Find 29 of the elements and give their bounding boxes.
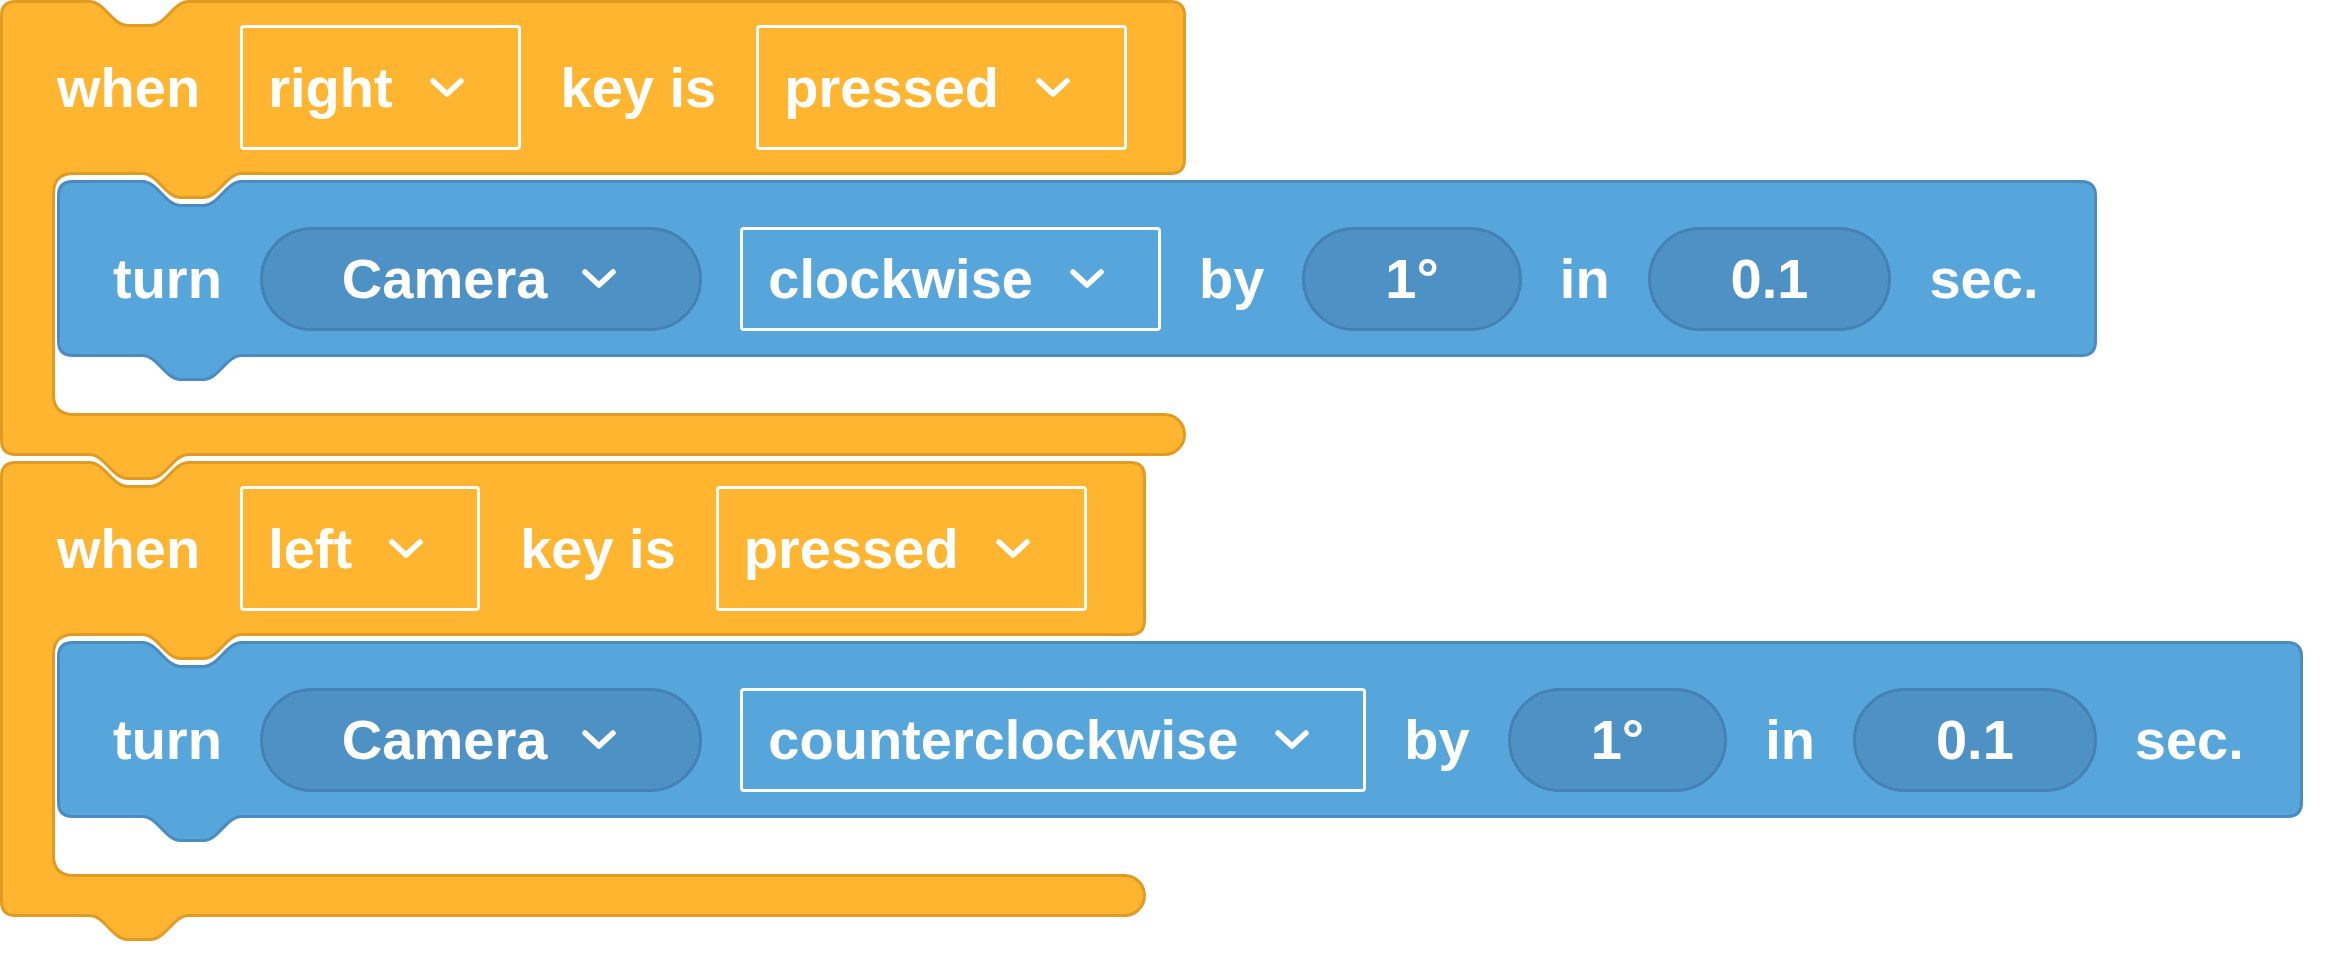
- number-input[interactable]: 0.1: [1647, 227, 1892, 331]
- block-label: when: [57, 59, 201, 116]
- dropdown[interactable]: counterclockwise: [740, 688, 1367, 792]
- block-label: sec.: [1929, 251, 2039, 307]
- block-label: sec.: [2134, 712, 2244, 768]
- chevron-down-icon: [1068, 268, 1105, 290]
- pill-dropdown[interactable]: Camera: [259, 688, 703, 792]
- chevron-down-icon: [581, 268, 618, 290]
- number-input[interactable]: 1°: [1507, 688, 1728, 792]
- chevron-down-icon: [1274, 729, 1311, 751]
- block-label: turn: [113, 712, 222, 768]
- block-label: when: [57, 520, 201, 577]
- block-label: in: [1559, 251, 1610, 307]
- dropdown[interactable]: right: [240, 25, 521, 150]
- dropdown[interactable]: clockwise: [740, 227, 1161, 331]
- number-input[interactable]: 0.1: [1852, 688, 2097, 792]
- number-input[interactable]: 1°: [1302, 227, 1522, 331]
- dropdown[interactable]: left: [240, 486, 481, 611]
- dropdown[interactable]: pressed: [756, 25, 1128, 150]
- chevron-down-icon: [581, 729, 618, 751]
- event-block[interactable]: [0, 0, 1186, 480]
- block-label: turn: [113, 251, 222, 307]
- pill-dropdown[interactable]: Camera: [259, 227, 703, 331]
- chevron-down-icon: [1035, 76, 1072, 99]
- chevron-down-icon: [428, 76, 465, 99]
- chevron-down-icon: [994, 537, 1031, 560]
- chevron-down-icon: [388, 537, 425, 560]
- dropdown[interactable]: pressed: [715, 486, 1087, 611]
- block-label: in: [1765, 712, 1815, 768]
